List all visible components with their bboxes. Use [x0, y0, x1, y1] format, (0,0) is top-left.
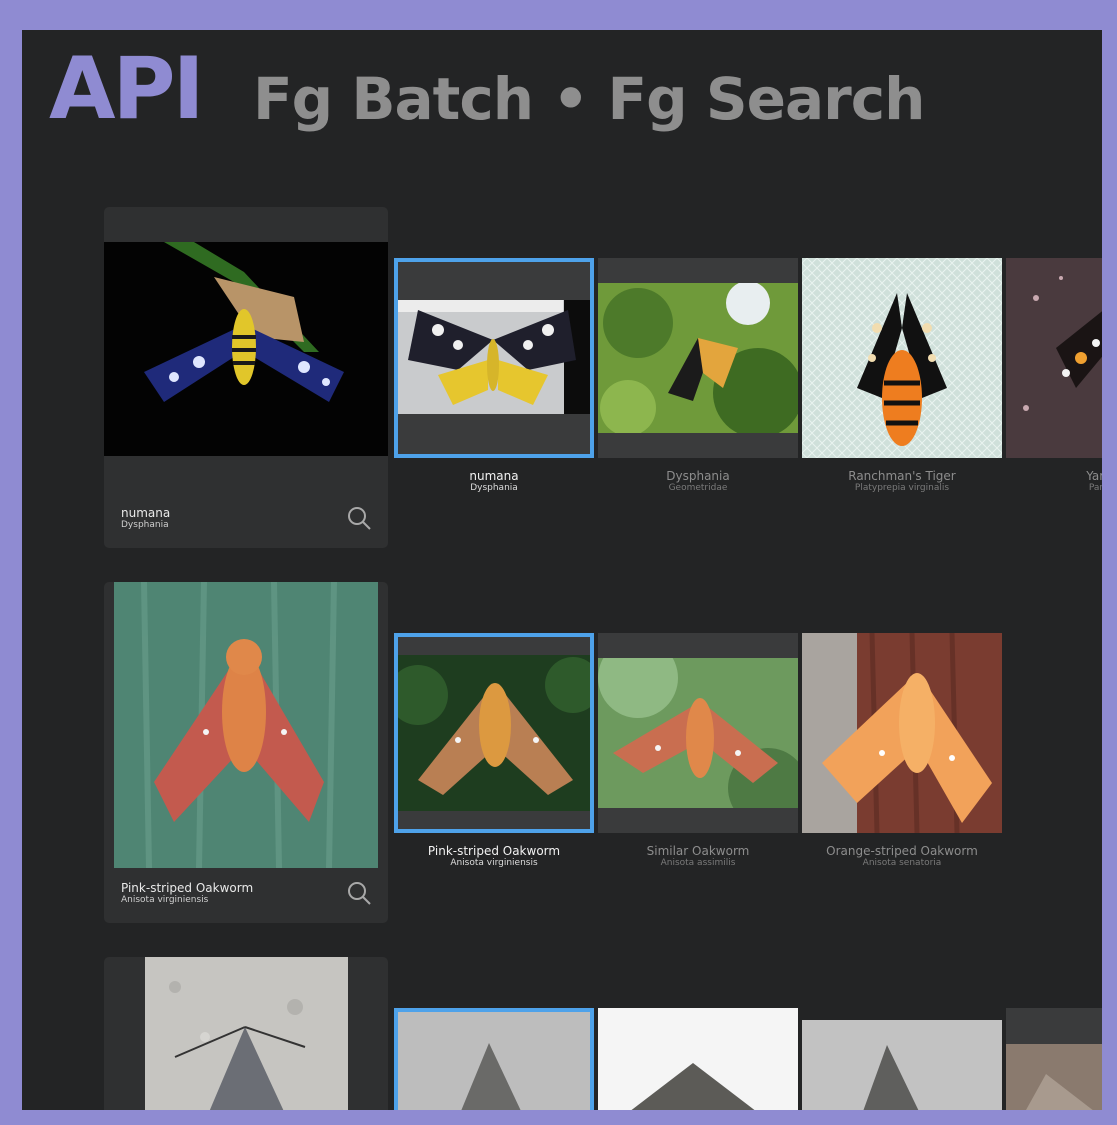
result-scientific-name: Anisota virginiensis: [450, 858, 538, 868]
result-tile[interactable]: [598, 258, 798, 458]
result-photo: [394, 1008, 594, 1110]
search-icon[interactable]: [346, 880, 372, 906]
result-tile[interactable]: [802, 258, 1002, 458]
result-common-name: Pink-striped Oakworm: [427, 844, 561, 858]
result-label: Dysphania Geometridae: [598, 469, 798, 494]
query-photo: [114, 582, 378, 868]
result-tile[interactable]: [394, 258, 594, 458]
result-tile[interactable]: [1006, 258, 1102, 458]
query-common-name: Pink-striped Oakworm: [121, 881, 254, 895]
result-scientific-name: Geometridae: [668, 483, 728, 493]
result-tile[interactable]: [394, 1008, 594, 1110]
result-photo: [398, 655, 590, 811]
query-photo: [145, 957, 348, 1110]
page-title-subtitle: Fg Batch • Fg Search: [253, 65, 925, 133]
query-scientific-name: Anisota virginiensis: [121, 895, 209, 905]
result-scientific-name: Pararcti: [1088, 483, 1102, 493]
query-card: [104, 957, 388, 1110]
result-label: Pink-striped Oakworm Anisota virginiensi…: [394, 844, 594, 869]
query-photo: [104, 242, 388, 456]
result-label: Orange-striped Oakworm Anisota senatoria: [802, 844, 1002, 869]
result-photo: [1006, 1044, 1102, 1110]
result-photo: [802, 1020, 1002, 1110]
result-common-name: Ranchman's Tiger: [848, 469, 956, 483]
query-scientific-name: Dysphania: [121, 520, 169, 530]
search-icon[interactable]: [346, 505, 372, 531]
result-tile[interactable]: [802, 1020, 1002, 1110]
result-scientific-name: Platyprepia virginalis: [854, 483, 950, 493]
result-label: Ranchman's Tiger Platyprepia virginalis: [802, 469, 1002, 494]
result-common-name: Similar Oakworm: [646, 844, 750, 858]
result-scientific-name: Anisota assimilis: [660, 858, 736, 868]
result-common-name: numana: [469, 469, 519, 483]
result-tile[interactable]: [598, 633, 798, 833]
result-scientific-name: Dysphania: [470, 483, 518, 493]
result-photo: [598, 1008, 798, 1110]
result-photo: [802, 258, 1002, 458]
result-common-name: Yarrow: [1086, 469, 1102, 483]
result-label: numana Dysphania: [394, 469, 594, 494]
result-photo: [1006, 258, 1102, 458]
result-scientific-name: Anisota senatoria: [862, 858, 942, 868]
result-photo: [398, 300, 590, 414]
query-card: Pink-striped Oakworm Anisota virginiensi…: [104, 582, 388, 923]
result-label: Similar Oakworm Anisota assimilis: [598, 844, 798, 869]
result-label: Yarrow Pararcti: [1006, 469, 1102, 494]
result-tile[interactable]: [598, 1008, 798, 1110]
result-common-name: Orange-striped Oakworm: [826, 844, 978, 858]
result-photo: [598, 658, 798, 808]
result-tile[interactable]: [802, 633, 1002, 833]
app-frame: API Fg Batch • Fg Search numana Dysphani…: [22, 30, 1102, 1110]
query-card: numana Dysphania: [104, 207, 388, 548]
query-common-name: numana: [121, 506, 171, 520]
page-title-api: API: [49, 39, 205, 139]
result-common-name: Dysphania: [666, 469, 730, 483]
result-photo: [598, 283, 798, 433]
result-tile[interactable]: [394, 633, 594, 833]
result-photo: [802, 633, 1002, 833]
result-tile[interactable]: [1006, 1008, 1102, 1110]
